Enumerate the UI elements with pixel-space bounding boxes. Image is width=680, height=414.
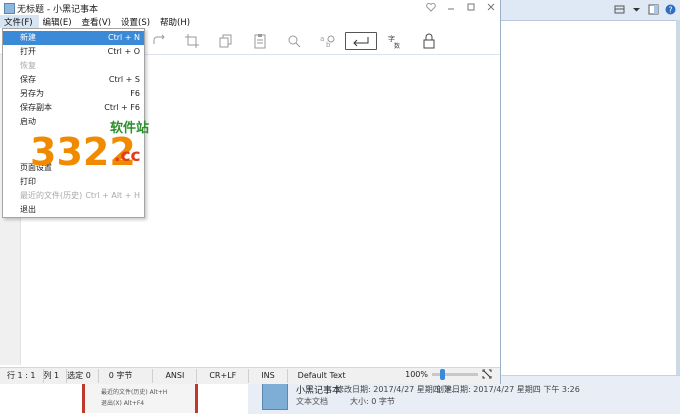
details-file-type: 文本文档 xyxy=(296,397,328,406)
file-menu-item[interactable]: 保存副本 Ctrl + F6 xyxy=(3,101,144,115)
file-menu-item-shortcut: F6 xyxy=(130,89,140,98)
zoom-slider-thumb[interactable] xyxy=(440,368,445,380)
file-menu-item[interactable]: 打印 xyxy=(3,175,144,189)
file-menu-item-label: 恢复 xyxy=(20,61,36,70)
font-icon[interactable]: 字数 xyxy=(386,32,404,50)
menu-bar: 文件(F) 编辑(E) 查看(V) 设置(S) 帮助(H) xyxy=(0,15,500,28)
paste-icon[interactable] xyxy=(251,32,269,50)
thumb-menu-line: 最近的文件(历史) Alt+H xyxy=(101,389,168,396)
svg-text:a: a xyxy=(320,35,324,43)
svg-text:数: 数 xyxy=(394,42,400,50)
menu-settings[interactable]: 设置(S) xyxy=(117,15,156,28)
lock-icon[interactable] xyxy=(420,32,438,50)
file-menu-item-shortcut: Ctrl + Alt + H xyxy=(85,191,140,200)
file-menu-item[interactable]: 另存为 F6 xyxy=(3,87,144,101)
file-menu-item[interactable]: 退出 xyxy=(3,203,144,217)
menu-view[interactable]: 查看(V) xyxy=(78,15,117,28)
thumb-menu-line: 退出(X) Alt+F4 xyxy=(101,400,145,407)
watermark-tagline: 软件站 xyxy=(110,120,149,136)
file-menu-item-label: 打开 xyxy=(20,47,36,56)
svg-text:?: ? xyxy=(668,6,672,15)
view-options-icon[interactable] xyxy=(614,4,625,15)
minimize-icon[interactable] xyxy=(446,2,456,12)
file-menu-item-shortcut: Ctrl + O xyxy=(107,47,140,56)
zoom-slider[interactable] xyxy=(432,368,478,380)
fit-window-icon[interactable] xyxy=(482,369,492,379)
notepad-window: 无标题 - 小黑记事本 文件(F) 编辑(E) 查看(V) 设置(S) 帮助(H… xyxy=(0,0,501,384)
file-menu-item-label: 新建 xyxy=(20,33,36,42)
file-menu-item[interactable]: 新建 Ctrl + N xyxy=(3,31,144,45)
file-menu-item-label: 保存副本 xyxy=(20,103,52,112)
explorer-border xyxy=(676,20,680,413)
replace-icon[interactable]: ab xyxy=(318,32,336,50)
copy-icon[interactable] xyxy=(217,32,235,50)
file-menu-item[interactable]: 保存 Ctrl + S xyxy=(3,73,144,87)
menu-help[interactable]: 帮助(H) xyxy=(156,15,196,28)
file-menu-item-label: 打印 xyxy=(20,177,36,186)
menu-edit[interactable]: 编辑(E) xyxy=(39,15,78,28)
crop-icon[interactable] xyxy=(183,32,201,50)
redo-icon[interactable] xyxy=(150,32,168,50)
app-icon xyxy=(4,3,15,14)
maximize-icon[interactable] xyxy=(466,2,476,12)
close-icon[interactable] xyxy=(486,2,496,12)
background-explorer-window: ? xyxy=(495,0,680,413)
window-title: 无标题 - 小黑记事本 xyxy=(17,5,98,15)
watermark-suffix: .cc xyxy=(114,146,141,166)
status-encoding[interactable]: ANSI xyxy=(153,369,198,383)
details-created: 创建日期: 2017/4/27 星期四 下午 3:26 xyxy=(436,385,580,394)
status-bytes: 0 字节 xyxy=(99,369,154,383)
status-column: 列 1 xyxy=(44,369,68,383)
file-menu-item-shortcut: Ctrl + N xyxy=(107,33,140,42)
word-wrap-icon[interactable] xyxy=(345,32,377,50)
status-font[interactable]: Default Text xyxy=(288,369,356,383)
search-icon[interactable] xyxy=(285,32,303,50)
file-menu-item[interactable]: 打开 Ctrl + O xyxy=(3,45,144,59)
status-selection: 选定 0 xyxy=(67,369,99,383)
explorer-toolbar: ? xyxy=(495,0,680,21)
file-menu-item: 最近的文件(历史) Ctrl + Alt + H xyxy=(3,189,144,203)
file-menu-item-label: 另存为 xyxy=(20,89,44,98)
file-menu-item: 恢复 xyxy=(3,59,144,73)
status-line-ending[interactable]: CR+LF xyxy=(197,369,250,383)
zoom-level: 100% xyxy=(405,369,428,379)
dropdown-arrow-icon[interactable] xyxy=(631,4,642,15)
file-menu-item-shortcut: Ctrl + F6 xyxy=(104,103,140,112)
help-icon[interactable]: ? xyxy=(665,4,676,15)
heart-icon[interactable] xyxy=(426,2,436,12)
details-file-name: 小黑记事本 xyxy=(296,386,342,396)
file-menu-item-label: 最近的文件(历史) xyxy=(20,191,83,200)
file-menu-item-label: 退出 xyxy=(20,205,36,214)
svg-text:字: 字 xyxy=(388,34,395,43)
menu-file[interactable]: 文件(F) xyxy=(0,15,39,28)
status-bar: 行 1 : 1 列 1 选定 0 0 字节 ANSI CR+LF INS Def… xyxy=(0,367,500,384)
file-menu-item-shortcut: Ctrl + S xyxy=(108,75,140,84)
file-thumbnail xyxy=(262,382,288,410)
status-insert-mode[interactable]: INS xyxy=(249,369,288,383)
title-bar[interactable]: 无标题 - 小黑记事本 xyxy=(0,0,500,15)
preview-pane-icon[interactable] xyxy=(648,4,659,15)
site-watermark-logo: 3322 .cc 软件站 xyxy=(30,120,149,174)
file-menu-item-label: 保存 xyxy=(20,75,36,84)
details-size: 大小: 0 字节 xyxy=(350,397,395,406)
status-position: 行 1 : 1 xyxy=(0,369,44,383)
